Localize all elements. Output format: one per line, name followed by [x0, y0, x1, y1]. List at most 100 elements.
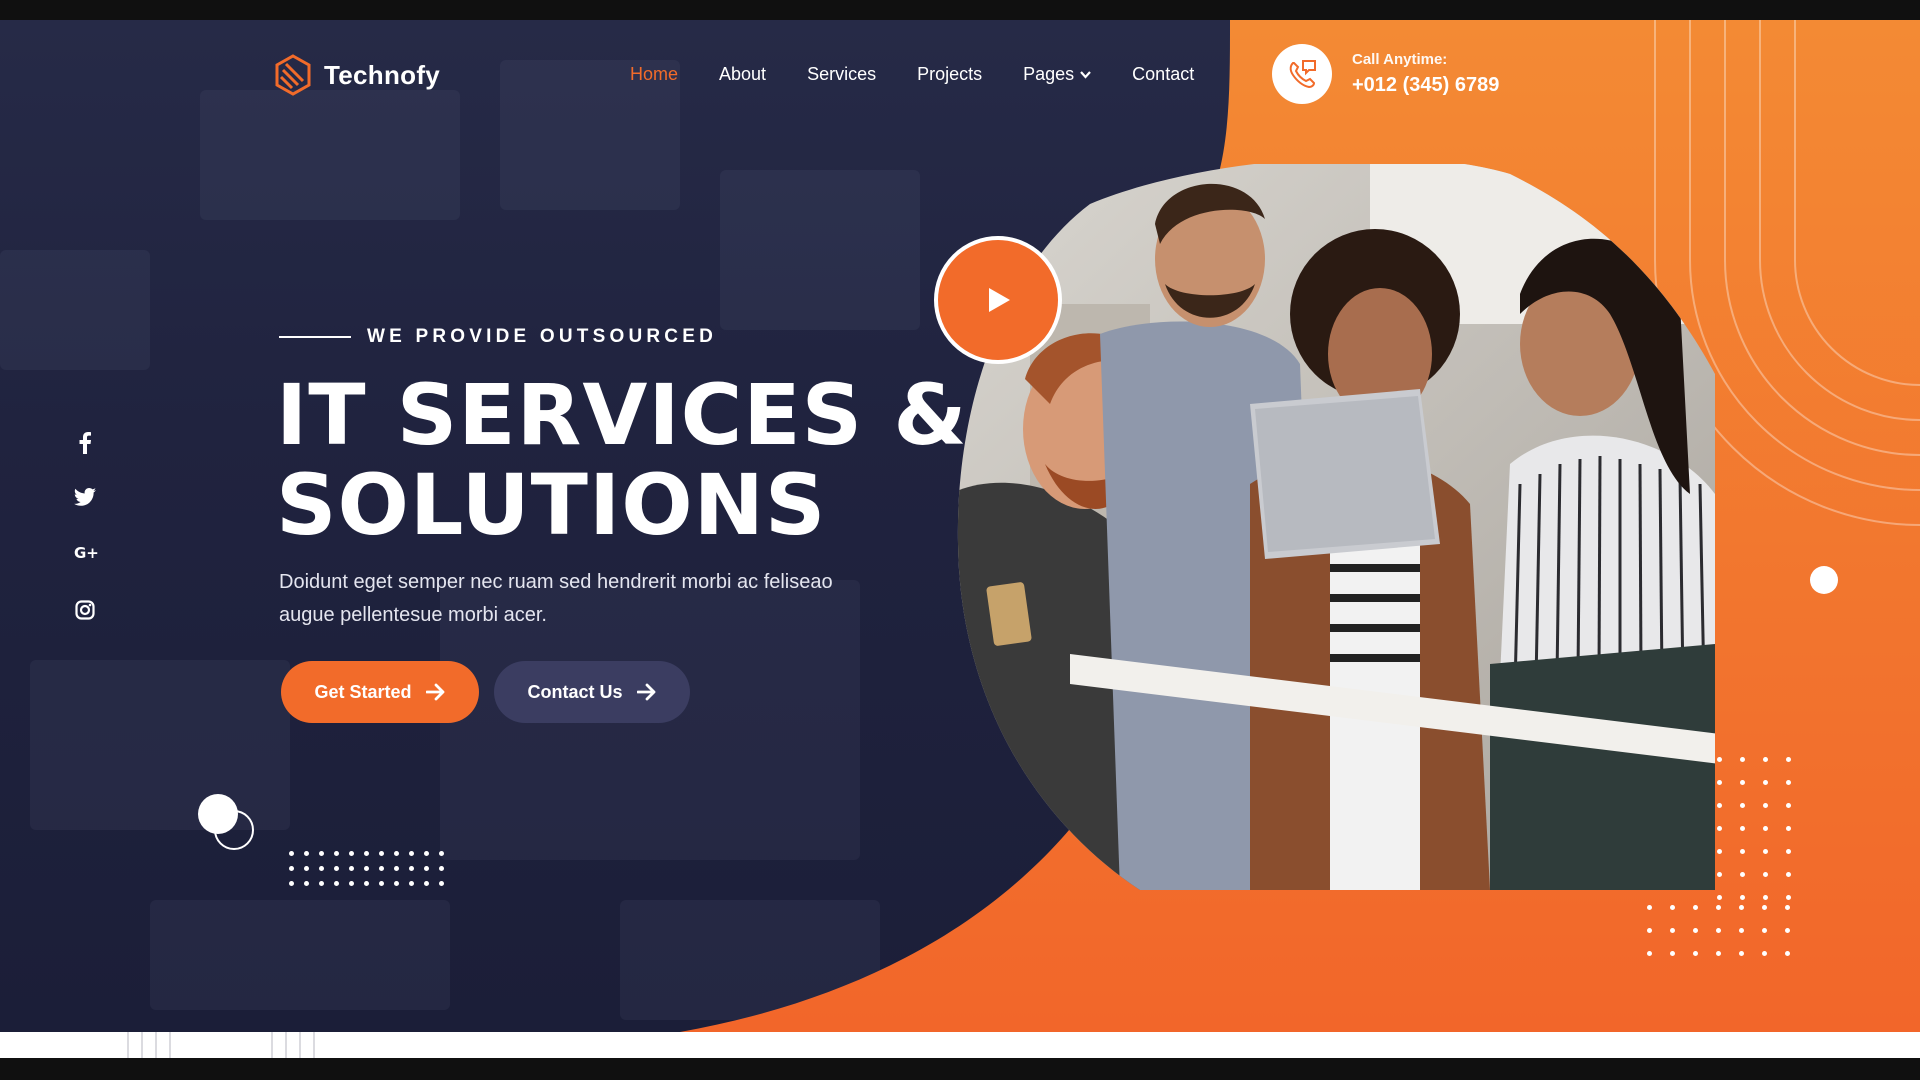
decorative-dot [319, 881, 324, 886]
call-anytime[interactable]: Call Anytime: +012 (345) 6789 [1272, 44, 1499, 104]
decorative-dot [1716, 928, 1721, 933]
decorative-dot [1670, 951, 1675, 956]
decorative-dot [349, 851, 354, 856]
nav-item-services[interactable]: Services [807, 64, 876, 85]
decorative-dot [1740, 826, 1745, 831]
decorative-dot [1763, 826, 1768, 831]
team-photo [957, 164, 1715, 890]
decorative-dot [1670, 928, 1675, 933]
decorative-dot [1762, 951, 1767, 956]
decorative-dot [1785, 928, 1790, 933]
decorative-dot-grid [289, 851, 444, 886]
decorative-dot [1785, 905, 1790, 910]
decorative-dot [1763, 757, 1768, 762]
decorative-dot [304, 851, 309, 856]
decorative-dot [1786, 826, 1791, 831]
nav-item-home[interactable]: Home [630, 64, 678, 85]
decorative-dot [1763, 780, 1768, 785]
hero-eyebrow: WE PROVIDE OUTSOURCED [279, 326, 717, 348]
nav-item-pages[interactable]: Pages [1023, 64, 1091, 85]
decorative-dot [1763, 895, 1768, 900]
nav-item-contact[interactable]: Contact [1132, 64, 1194, 85]
call-number: +012 (345) 6789 [1352, 74, 1500, 96]
decorative-dot [394, 851, 399, 856]
social-links: G+ [74, 432, 99, 622]
decorative-dot [424, 851, 429, 856]
play-icon [989, 288, 1010, 312]
decorative-dot [394, 881, 399, 886]
nav-item-about[interactable]: About [719, 64, 766, 85]
letterbox-top [0, 0, 1920, 20]
decorative-dot [1740, 803, 1745, 808]
phone-chat-icon [1272, 44, 1332, 104]
decorative-dot [349, 866, 354, 871]
decorative-dot [1786, 872, 1791, 877]
decorative-dot [1739, 905, 1744, 910]
button-label: Get Started [314, 681, 412, 702]
nav-item-label: Pages [1023, 64, 1075, 84]
decorative-dot [1693, 905, 1698, 910]
instagram-icon[interactable] [74, 600, 96, 622]
arrow-right-icon [425, 683, 444, 701]
decorative-dot [319, 851, 324, 856]
decorative-dot [289, 866, 294, 871]
decorative-dot [289, 851, 294, 856]
hero-section: Technofy Home About Services Projects Pa… [0, 0, 1920, 1080]
decorative-dot [1717, 826, 1722, 831]
decorative-dot [1786, 757, 1791, 762]
decorative-dot [1693, 951, 1698, 956]
decorative-dot [198, 794, 238, 834]
contact-us-button[interactable]: Contact Us [494, 661, 690, 723]
decorative-dot [1763, 872, 1768, 877]
decorative-dot [409, 851, 414, 856]
hero-headline: IT SERVICES & SOLUTIONS [276, 370, 968, 550]
decorative-dot [364, 881, 369, 886]
play-video-button[interactable] [934, 236, 1062, 364]
decorative-lines [127, 1032, 315, 1058]
decorative-dot [1717, 757, 1722, 762]
decorative-dot [424, 881, 429, 886]
decorative-dot [1740, 849, 1745, 854]
decorative-dot [1717, 895, 1722, 900]
decorative-dot [1670, 905, 1675, 910]
decorative-dot [1786, 895, 1791, 900]
decorative-dot [1716, 951, 1721, 956]
decorative-dot [364, 866, 369, 871]
decorative-dot [349, 881, 354, 886]
decorative-dot [364, 851, 369, 856]
google-plus-icon[interactable]: G+ [74, 544, 99, 566]
decorative-dot [1740, 872, 1745, 877]
headline-line-2: SOLUTIONS [276, 456, 827, 554]
twitter-icon[interactable] [74, 488, 96, 510]
decorative-dot [1716, 905, 1721, 910]
decorative-dot [334, 881, 339, 886]
decorative-dot [439, 881, 444, 886]
decorative-dot [409, 881, 414, 886]
decorative-dot [334, 851, 339, 856]
logo-mark-icon [275, 54, 311, 96]
brand-name: Technofy [324, 59, 441, 90]
decorative-dot [379, 866, 384, 871]
logo[interactable]: Technofy [274, 54, 440, 96]
decorative-dot [1740, 895, 1745, 900]
decorative-dot [1739, 928, 1744, 933]
decorative-dot [1740, 757, 1745, 762]
decorative-dot [1786, 803, 1791, 808]
facebook-icon[interactable] [74, 432, 96, 454]
decorative-dot [1762, 928, 1767, 933]
arrow-right-icon [636, 683, 655, 701]
main-nav: Home About Services Projects Pages Conta… [630, 64, 1235, 85]
decorative-dot [424, 866, 429, 871]
nav-item-projects[interactable]: Projects [917, 64, 982, 85]
decorative-dot [1740, 780, 1745, 785]
decorative-dot [1762, 905, 1767, 910]
decorative-dot [334, 866, 339, 871]
headline-line-1: IT SERVICES & [276, 366, 968, 464]
decorative-dot [1647, 905, 1652, 910]
decorative-dot [1693, 928, 1698, 933]
decorative-dot [379, 851, 384, 856]
decorative-dot [1739, 951, 1744, 956]
decorative-dot [319, 866, 324, 871]
get-started-button[interactable]: Get Started [281, 661, 479, 723]
decorative-dot [1786, 849, 1791, 854]
